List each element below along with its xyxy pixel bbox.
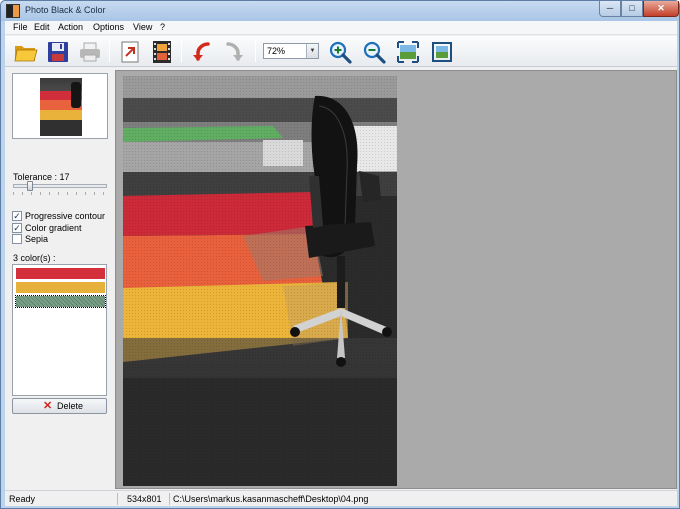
image-thumbnail[interactable]	[12, 73, 108, 139]
window-title: Photo Black & Color	[25, 5, 106, 15]
close-button[interactable]: ✕	[643, 1, 679, 17]
redo-icon[interactable]	[221, 39, 247, 65]
color-gradient-label: Color gradient	[25, 223, 82, 233]
zoom-select[interactable]: 72% ▼	[263, 43, 319, 59]
photo-preview[interactable]	[123, 76, 397, 486]
status-divider	[169, 493, 170, 505]
undo-icon[interactable]	[189, 39, 215, 65]
menu-bar: File Edit Action Options View ?	[5, 21, 677, 35]
toolbar: 72% ▼	[5, 36, 677, 67]
title-bar[interactable]: Photo Black & Color ─ □ ✕	[1, 1, 679, 21]
menu-options[interactable]: Options	[93, 22, 124, 32]
colors-count-label: 3 color(s) :	[13, 253, 56, 263]
toolbar-separator	[181, 40, 182, 62]
app-window: Photo Black & Color ─ □ ✕ File Edit Acti…	[0, 0, 680, 509]
menu-help[interactable]: ?	[160, 22, 165, 32]
toolbar-separator	[255, 40, 256, 62]
tolerance-label: Tolerance : 17	[13, 172, 70, 182]
print-icon[interactable]	[77, 39, 103, 65]
color-gradient-checkbox[interactable]: ✓	[12, 223, 22, 233]
file-path: C:\Users\markus.kasanmascheff\Desktop\04…	[173, 494, 369, 504]
actual-size-icon[interactable]	[429, 39, 455, 65]
status-bar: Ready 534x801 C:\Users\markus.kasanmasch…	[5, 490, 677, 506]
delete-label: Delete	[57, 401, 84, 411]
zoom-value: 72%	[267, 46, 286, 56]
thumbnail-chair	[71, 82, 81, 108]
color-swatch[interactable]	[16, 282, 105, 293]
delete-button[interactable]: ✕ Delete	[12, 398, 107, 414]
side-panel: Tolerance : 17 ✓ Progressive contour ✓ C…	[5, 68, 113, 489]
zoom-out-icon[interactable]	[361, 39, 387, 65]
open-folder-icon[interactable]	[13, 39, 39, 65]
image-canvas[interactable]	[115, 70, 677, 489]
save-icon[interactable]	[45, 39, 71, 65]
sepia-checkbox[interactable]	[12, 234, 22, 244]
zoom-in-icon[interactable]	[327, 39, 353, 65]
color-list[interactable]	[12, 264, 107, 396]
slider-ticks	[13, 192, 107, 195]
app-icon	[6, 4, 20, 18]
delete-icon: ✕	[43, 400, 53, 412]
menu-action[interactable]: Action	[58, 22, 83, 32]
export-icon[interactable]	[117, 39, 143, 65]
chevron-down-icon[interactable]: ▼	[306, 44, 318, 58]
status-text: Ready	[9, 494, 36, 504]
color-swatch[interactable]	[16, 268, 105, 279]
maximize-button[interactable]: □	[621, 1, 643, 17]
photo-image	[123, 76, 397, 486]
menu-view[interactable]: View	[133, 22, 152, 32]
sepia-label: Sepia	[25, 234, 49, 244]
status-divider	[117, 493, 118, 505]
minimize-button[interactable]: ─	[599, 1, 621, 17]
toolbar-separator	[109, 40, 110, 62]
menu-edit[interactable]: Edit	[34, 22, 50, 32]
menu-file[interactable]: File	[13, 22, 28, 32]
film-strip-icon[interactable]	[149, 39, 175, 65]
color-swatch[interactable]	[15, 295, 106, 308]
client-area: File Edit Action Options View ? 72% ▼ To…	[5, 21, 677, 506]
progressive-contour-label: Progressive contour	[25, 211, 106, 221]
tolerance-slider-thumb[interactable]	[27, 181, 33, 191]
fit-to-window-icon[interactable]	[395, 39, 421, 65]
image-dimensions: 534x801	[127, 494, 162, 504]
progressive-contour-checkbox[interactable]: ✓	[12, 211, 22, 221]
